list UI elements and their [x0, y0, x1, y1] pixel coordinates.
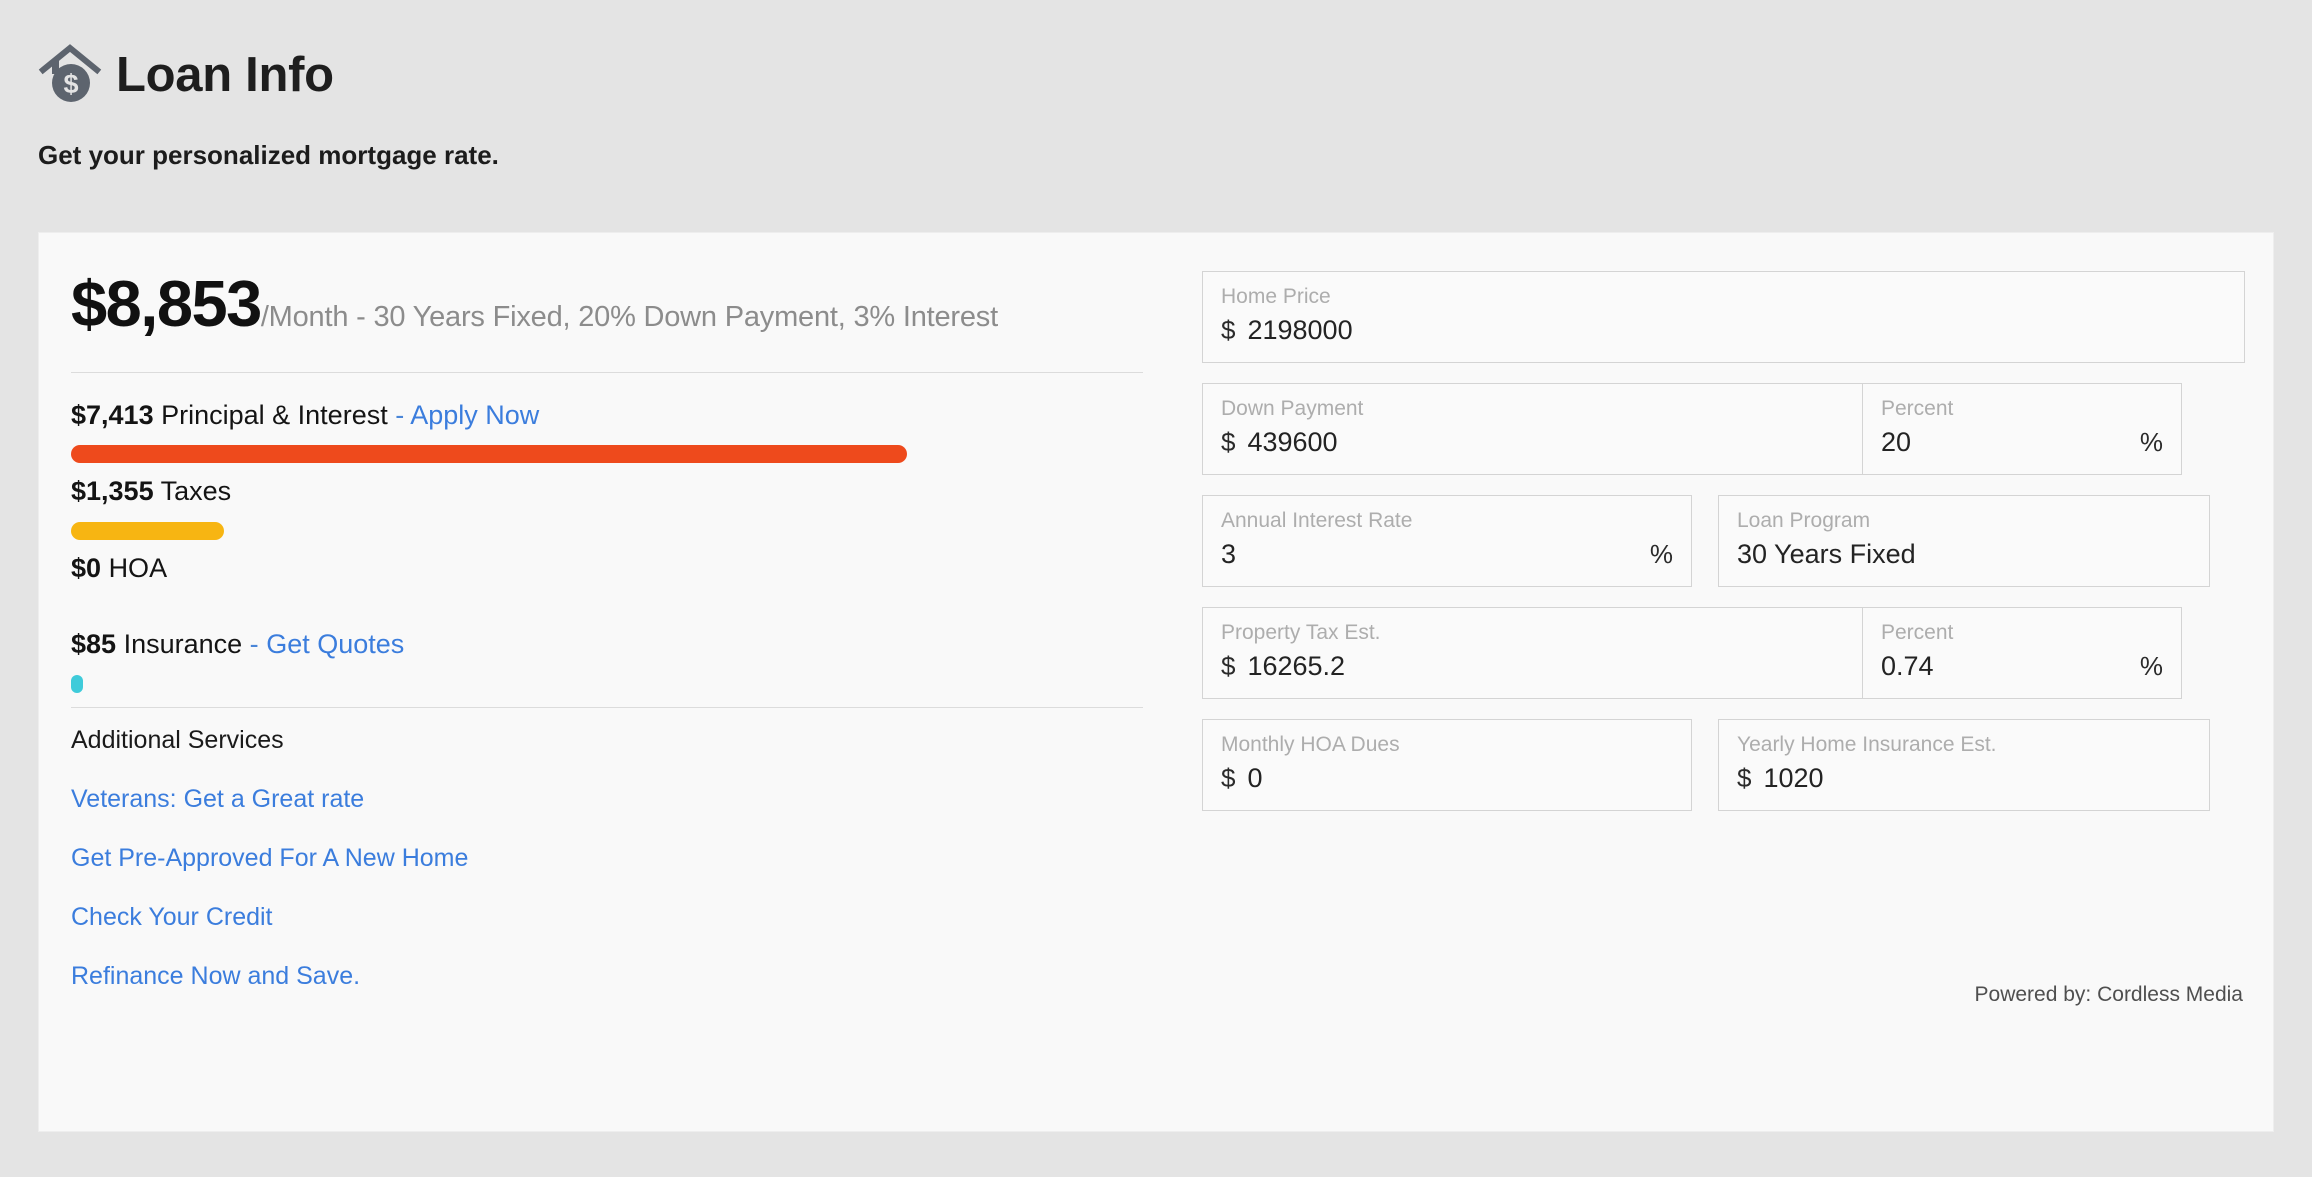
- principal-amount: $7,413: [71, 400, 154, 430]
- home-price-field[interactable]: Home Price $ 2198000: [1202, 271, 2245, 363]
- payment-breakdown: $7,413 Principal & Interest - Apply Now …: [71, 399, 1174, 693]
- breakdown-label-hoa: $0 HOA: [71, 552, 1174, 584]
- apply-now-link[interactable]: Apply Now: [410, 400, 539, 430]
- monthly-hoa-dues-value-line: $ 0: [1221, 763, 1673, 794]
- breakdown-label-principal: $7,413 Principal & Interest - Apply Now: [71, 399, 1174, 431]
- insurance-bar: [71, 674, 83, 693]
- property-tax-percent-field[interactable]: Percent 0.74 %: [1862, 607, 2182, 699]
- loan-program-select[interactable]: 30 Years Fixed: [1737, 539, 1916, 570]
- insurance-bar-track: [71, 674, 1143, 693]
- monthly-hoa-dues-label: Monthly HOA Dues: [1221, 733, 1400, 756]
- down-payment-row: Down Payment $ 439600 Percent 20 %: [1202, 383, 2245, 475]
- annual-interest-rate-label: Annual Interest Rate: [1221, 509, 1413, 532]
- home-price-label: Home Price: [1221, 285, 1331, 308]
- taxes-label: Taxes: [160, 476, 232, 507]
- insurance-amount: $85: [71, 629, 117, 660]
- down-payment-field[interactable]: Down Payment $ 439600: [1202, 383, 1862, 475]
- annual-interest-rate-field[interactable]: Annual Interest Rate 3 %: [1202, 495, 1692, 587]
- page-subtitle: Get your personalized mortgage rate.: [38, 140, 499, 170]
- dollar-sign-icon: $: [1221, 763, 1236, 794]
- monthly-payment-amount: $8,853: [71, 267, 262, 340]
- rate-program-row: Annual Interest Rate 3 % Loan Program 30…: [1202, 495, 2245, 587]
- taxes-amount: $1,355: [71, 476, 154, 507]
- svg-text:$: $: [63, 69, 78, 99]
- loan-program-value-line: 30 Years Fixed: [1737, 539, 2191, 570]
- service-link-check-credit[interactable]: Check Your Credit: [71, 903, 273, 932]
- down-payment-percent-field[interactable]: Percent 20 %: [1862, 383, 2182, 475]
- loan-terms-text: /Month - 30 Years Fixed, 20% Down Paymen…: [260, 301, 998, 333]
- loan-input-form: Home Price $ 2198000 Down Payment $ 4396…: [1174, 233, 2273, 1131]
- house-dollar-icon: $: [38, 44, 102, 102]
- service-link-veterans[interactable]: Veterans: Get a Great rate: [71, 785, 364, 814]
- annual-interest-rate-value-line: 3 %: [1221, 539, 1673, 570]
- loan-program-field[interactable]: Loan Program 30 Years Fixed: [1718, 495, 2210, 587]
- monthly-hoa-dues-input[interactable]: 0: [1247, 763, 1262, 794]
- percent-sign-icon: %: [1649, 539, 1673, 570]
- dollar-sign-icon: $: [1221, 651, 1236, 682]
- home-price-row: Home Price $ 2198000: [1202, 271, 2245, 363]
- down-payment-percent-label: Percent: [1881, 397, 1954, 420]
- title-row: $ Loan Info: [38, 36, 2312, 114]
- loan-program-label: Loan Program: [1737, 509, 1871, 532]
- get-quotes-link[interactable]: Get Quotes: [266, 629, 404, 659]
- breakdown-label-insurance: $85 Insurance - Get Quotes: [71, 628, 1174, 660]
- down-payment-percent-input[interactable]: 20: [1881, 427, 1911, 458]
- property-tax-input[interactable]: 16265.2: [1247, 651, 1345, 682]
- hoa-amount: $0: [71, 552, 102, 583]
- principal-bar: [71, 445, 908, 464]
- principal-dash: -: [395, 400, 405, 430]
- percent-sign-icon: %: [2139, 651, 2163, 682]
- principal-bar-track: [71, 445, 1143, 464]
- monthly-payment-headline: $8,853 /Month - 30 Years Fixed, 20% Down…: [71, 271, 1174, 336]
- dollar-sign-icon: $: [1221, 315, 1236, 346]
- down-payment-percent-value-line: 20 %: [1881, 427, 2163, 458]
- down-payment-label: Down Payment: [1221, 397, 1364, 420]
- annual-interest-rate-input[interactable]: 3: [1221, 539, 1236, 570]
- yearly-home-insurance-field[interactable]: Yearly Home Insurance Est. $ 1020: [1718, 719, 2210, 811]
- property-tax-percent-value-line: 0.74 %: [1881, 651, 2163, 682]
- breakdown-row-insurance: $85 Insurance - Get Quotes: [71, 628, 1174, 693]
- monthly-hoa-dues-field[interactable]: Monthly HOA Dues $ 0: [1202, 719, 1692, 811]
- page-header: $ Loan Info Get your personalized mortga…: [0, 0, 2312, 171]
- property-tax-label: Property Tax Est.: [1221, 621, 1381, 644]
- insurance-dash: -: [249, 629, 259, 660]
- summary-divider: [71, 372, 1143, 373]
- property-tax-row: Property Tax Est. $ 16265.2 Percent 0.74…: [1202, 607, 2245, 699]
- service-link-pre-approved[interactable]: Get Pre-Approved For A New Home: [71, 844, 468, 873]
- loan-calculator-card: $8,853 /Month - 30 Years Fixed, 20% Down…: [38, 232, 2274, 1132]
- page-title: Loan Info: [116, 47, 334, 102]
- service-link-refinance[interactable]: Refinance Now and Save.: [71, 962, 360, 991]
- yearly-home-insurance-input[interactable]: 1020: [1763, 763, 1823, 794]
- services-divider: [71, 706, 1143, 708]
- dollar-sign-icon: $: [1737, 763, 1752, 794]
- additional-services-title: Additional Services: [71, 725, 284, 754]
- breakdown-row-taxes: $1,355 Taxes: [71, 475, 1174, 540]
- down-payment-value-line: $ 439600: [1221, 427, 1844, 458]
- home-price-value-line: $ 2198000: [1221, 315, 2226, 346]
- powered-by-text: Powered by: Cordless Media: [1974, 983, 2243, 1006]
- insurance-label: Insurance: [123, 629, 243, 660]
- dollar-sign-icon: $: [1221, 427, 1236, 458]
- home-price-input[interactable]: 2198000: [1247, 315, 1352, 346]
- yearly-home-insurance-label: Yearly Home Insurance Est.: [1737, 733, 1997, 756]
- property-tax-percent-input[interactable]: 0.74: [1881, 651, 1934, 682]
- breakdown-label-taxes: $1,355 Taxes: [71, 475, 1174, 507]
- principal-label: Principal & Interest: [161, 400, 388, 430]
- property-tax-percent-label: Percent: [1881, 621, 1954, 644]
- hoa-bar-placeholder: [71, 584, 1174, 628]
- payment-summary-panel: $8,853 /Month - 30 Years Fixed, 20% Down…: [39, 233, 1174, 1131]
- property-tax-field[interactable]: Property Tax Est. $ 16265.2: [1202, 607, 1862, 699]
- yearly-home-insurance-value-line: $ 1020: [1737, 763, 2191, 794]
- hoa-label: HOA: [108, 552, 168, 583]
- breakdown-row-hoa: $0 HOA: [71, 552, 1174, 628]
- breakdown-row-principal: $7,413 Principal & Interest - Apply Now: [71, 399, 1174, 464]
- down-payment-input[interactable]: 439600: [1247, 427, 1337, 458]
- percent-sign-icon: %: [2139, 427, 2163, 458]
- property-tax-value-line: $ 16265.2: [1221, 651, 1844, 682]
- taxes-bar: [71, 521, 225, 540]
- hoa-insurance-row: Monthly HOA Dues $ 0 Yearly Home Insuran…: [1202, 719, 2245, 811]
- loan-info-page: $ Loan Info Get your personalized mortga…: [0, 0, 2312, 1177]
- taxes-bar-track: [71, 521, 1143, 540]
